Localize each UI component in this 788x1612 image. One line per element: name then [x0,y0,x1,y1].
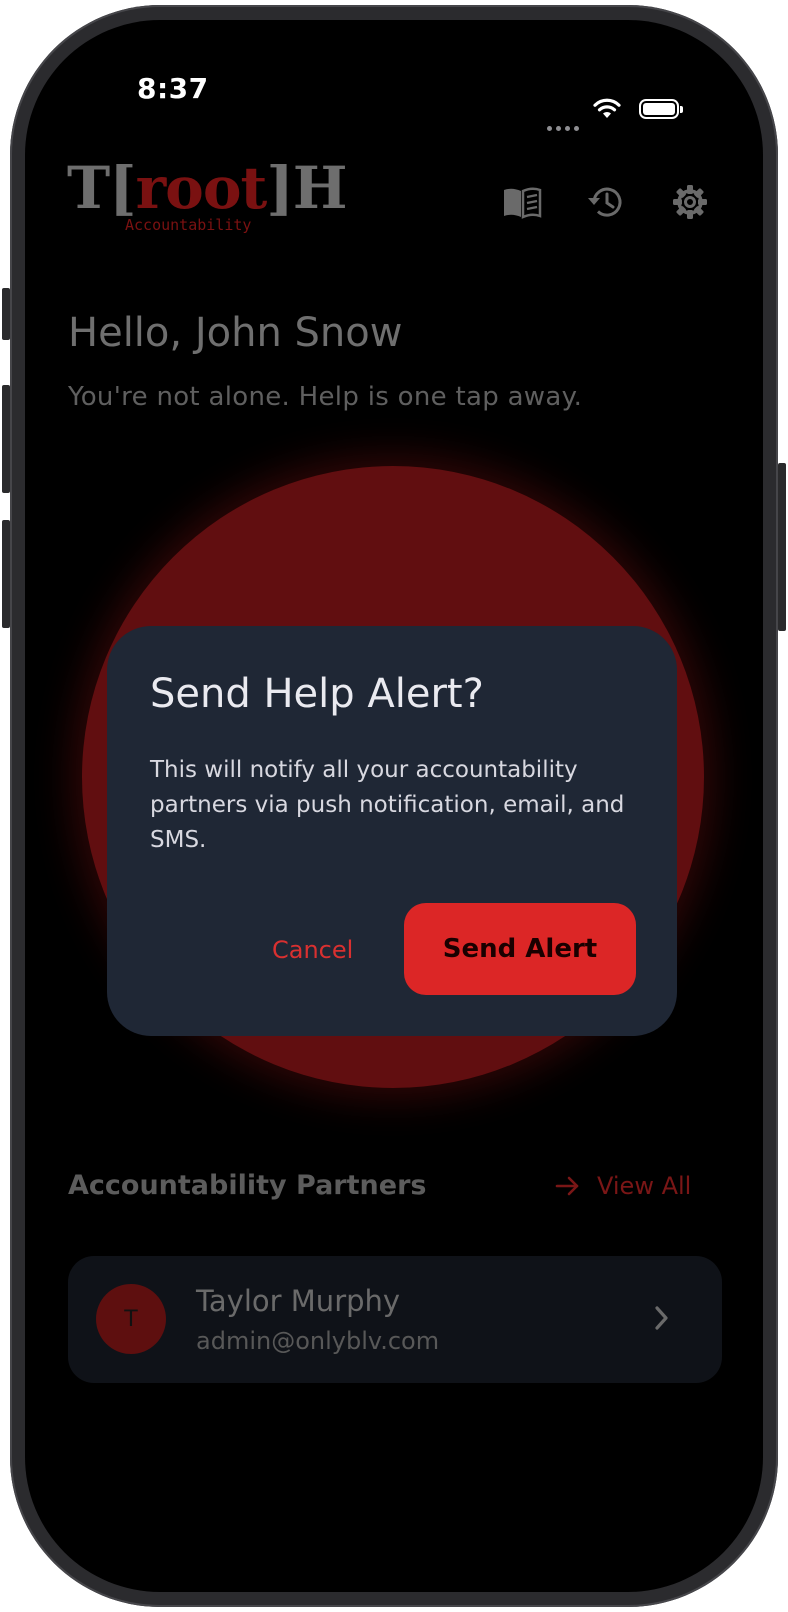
partner-email: admin@onlyblv.com [196,1327,440,1355]
cancel-button[interactable]: Cancel [272,936,353,964]
view-all-link[interactable]: View All [555,1172,691,1200]
logo-left: T[ [67,154,137,222]
side-button-volume-up [2,385,10,493]
side-button-volume-down [2,520,10,628]
send-alert-dialog: Send Help Alert? This will notify all yo… [107,626,677,1036]
status-time: 8:37 [137,72,209,105]
logo-right: ]H [266,154,347,222]
arrow-right-icon [555,1176,579,1196]
gear-icon[interactable] [668,180,712,224]
side-button-power [778,463,786,631]
greeting-tagline: You're not alone. Help is one tap away. [68,382,583,412]
logo-subtitle: Accountability [125,216,252,234]
history-icon[interactable] [584,180,628,224]
greeting-title: Hello, John Snow [68,310,403,356]
partner-name: Taylor Murphy [196,1284,401,1318]
dialog-title: Send Help Alert? [150,671,484,717]
app-logo: T[root]H Accountability [67,158,348,234]
cellular-icon [547,116,583,135]
wifi-icon [592,96,622,124]
app-screen: 8:37 T[root]H Accountability Hello, John… [25,20,763,1592]
send-alert-button[interactable]: Send Alert [404,903,636,995]
partners-section-title: Accountability Partners [68,1170,427,1201]
side-button-action [2,288,10,340]
logo-root: root [135,154,268,222]
avatar: T [96,1284,166,1354]
battery-icon [639,99,683,119]
partner-card[interactable]: T Taylor Murphy admin@onlyblv.com [68,1256,722,1383]
dialog-body: This will notify all your accountability… [150,757,625,853]
book-icon[interactable] [500,180,544,224]
view-all-label: View All [597,1172,692,1200]
chevron-right-icon [655,1306,668,1330]
